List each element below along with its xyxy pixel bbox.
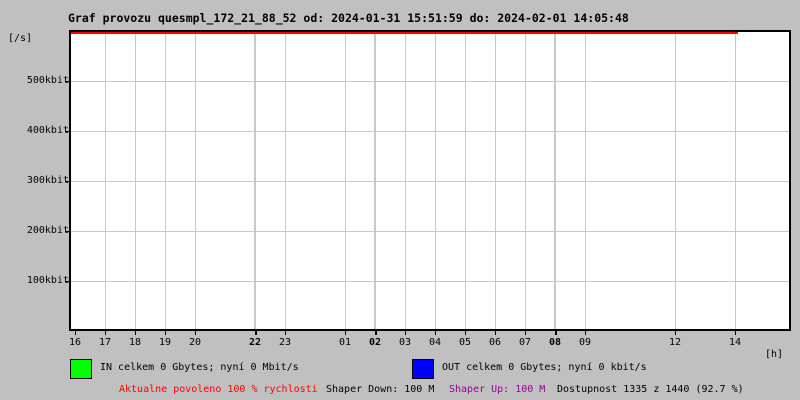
x-tick-mark (585, 331, 586, 335)
x-tick-mark (285, 331, 286, 335)
status-shaper-up: Shaper Up: 100 M (449, 384, 546, 395)
x-tick-mark (135, 331, 136, 335)
x-tick-label-08: 08 (548, 337, 562, 348)
v-gridline-04 (435, 32, 436, 329)
x-tick-label-03: 03 (398, 337, 412, 348)
x-tick-mark (195, 331, 196, 335)
h-gridline-500kbit (71, 81, 789, 82)
x-tick-label-19: 19 (158, 337, 172, 348)
x-tick-mark (405, 331, 406, 335)
x-tick-mark (105, 331, 106, 335)
h-gridline-100kbit (71, 281, 789, 282)
v-gridline-19 (165, 32, 166, 329)
v-gridline-02 (374, 32, 376, 329)
h-gridline-400kbit (71, 131, 789, 132)
out-legend-label: OUT celkem 0 Gbytes; nyní 0 kbit/s (442, 362, 647, 373)
x-tick-label-14: 14 (728, 337, 742, 348)
in-legend-label: IN celkem 0 Gbytes; nyní 0 Mbit/s (100, 362, 299, 373)
x-tick-mark (435, 331, 436, 335)
y-tick-label-500kbit: 500kbit (26, 75, 69, 86)
v-gridline-14 (735, 32, 736, 329)
h-gridline-200kbit (71, 231, 789, 232)
y-tick-label-300kbit: 300kbit (26, 175, 69, 186)
x-tick-mark (735, 331, 736, 335)
chart-title: Graf provozu quesmpl_172_21_88_52 od: 20… (68, 11, 629, 25)
x-tick-label-04: 04 (428, 337, 442, 348)
y-tick-mark (65, 231, 69, 232)
y-tick-label-200kbit: 200kbit (26, 225, 69, 236)
x-tick-mark (345, 331, 346, 335)
v-gridline-06 (495, 32, 496, 329)
x-tick-label-12: 12 (668, 337, 682, 348)
y-tick-mark (65, 281, 69, 282)
v-gridline-20 (195, 32, 196, 329)
in-legend-swatch (70, 359, 92, 379)
y-axis-unit-label: [/s] (8, 33, 33, 44)
x-tick-mark (495, 331, 496, 335)
v-gridline-17 (105, 32, 106, 329)
status-availability: Dostupnost 1335 z 1440 (92.7 %) (557, 384, 744, 395)
y-tick-mark (65, 81, 69, 82)
v-gridline-18 (135, 32, 136, 329)
x-tick-label-02: 02 (368, 337, 382, 348)
v-gridline-12 (675, 32, 676, 329)
v-gridline-01 (345, 32, 346, 329)
y-tick-mark (65, 131, 69, 132)
x-tick-label-05: 05 (458, 337, 472, 348)
v-gridline-03 (405, 32, 406, 329)
x-tick-mark (555, 331, 557, 335)
x-tick-label-18: 18 (128, 337, 142, 348)
x-tick-label-17: 17 (98, 337, 112, 348)
x-tick-mark (255, 331, 257, 335)
x-tick-mark (465, 331, 466, 335)
x-axis-unit-label: [h] (765, 349, 784, 360)
plot-area (69, 30, 791, 331)
x-tick-mark (165, 331, 166, 335)
x-tick-label-06: 06 (488, 337, 502, 348)
x-tick-mark (675, 331, 676, 335)
x-tick-label-09: 09 (578, 337, 592, 348)
x-tick-mark (375, 331, 377, 335)
y-tick-label-100kbit: 100kbit (26, 275, 69, 286)
y-tick-mark (65, 181, 69, 182)
v-gridline-22 (254, 32, 256, 329)
out-legend-swatch (412, 359, 434, 379)
status-allowed-speed: Aktualne povoleno 100 % rychlosti (119, 384, 318, 395)
shaper-limit-line (71, 32, 738, 34)
y-tick-label-400kbit: 400kbit (26, 125, 69, 136)
x-tick-label-20: 20 (188, 337, 202, 348)
v-gridline-23 (285, 32, 286, 329)
status-shaper-down: Shaper Down: 100 M (326, 384, 435, 395)
x-tick-mark (525, 331, 526, 335)
x-tick-label-01: 01 (338, 337, 352, 348)
v-gridline-05 (465, 32, 466, 329)
x-tick-label-23: 23 (278, 337, 292, 348)
v-gridline-08 (554, 32, 556, 329)
x-tick-label-22: 22 (248, 337, 262, 348)
x-tick-label-16: 16 (68, 337, 82, 348)
x-tick-label-07: 07 (518, 337, 532, 348)
v-gridline-07 (525, 32, 526, 329)
v-gridline-09 (585, 32, 586, 329)
h-gridline-300kbit (71, 181, 789, 182)
x-tick-mark (75, 331, 76, 335)
